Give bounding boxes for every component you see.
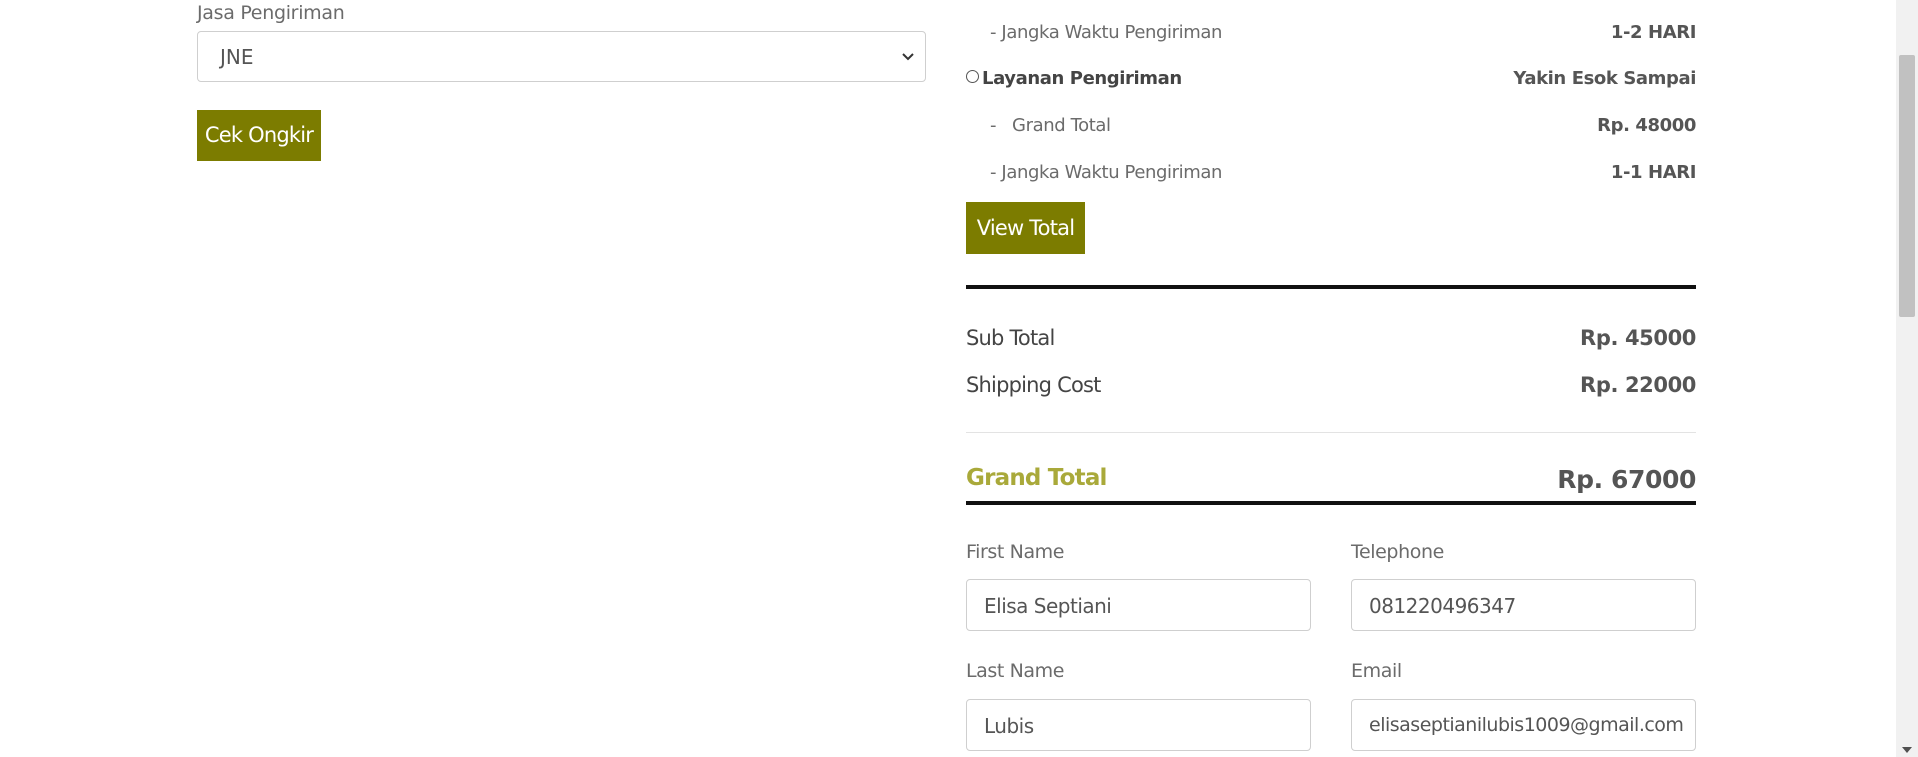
chevron-down-icon bbox=[902, 53, 914, 61]
summary-divider-bottom bbox=[966, 501, 1696, 505]
shipping-cost-label: Shipping Cost bbox=[966, 373, 1101, 397]
shipping-duration-label: - Jangka Waktu Pengiriman bbox=[990, 162, 1223, 183]
first-name-field[interactable]: Elisa Septiani bbox=[966, 579, 1311, 631]
email-field[interactable]: elisaseptianilubis1009@gmail.com bbox=[1351, 699, 1696, 751]
telephone-field[interactable]: 081220496347 bbox=[1351, 579, 1696, 631]
shipping-service-label-text: Layanan Pengiriman bbox=[982, 68, 1182, 89]
courier-label: Jasa Pengiriman bbox=[197, 2, 345, 24]
shipping-duration-row-1: - Jangka Waktu Pengiriman 1-2 HARI bbox=[966, 22, 1696, 52]
courier-select-value: JNE bbox=[220, 45, 254, 69]
radio-unchecked-icon[interactable] bbox=[966, 70, 979, 83]
shipping-grand-total-value: Rp. 48000 bbox=[1597, 115, 1696, 136]
shipping-grand-total-label: - Grand Total bbox=[990, 115, 1111, 136]
grand-total-value: Rp. 67000 bbox=[1557, 465, 1696, 494]
shipping-service-option[interactable]: Layanan Pengiriman Yakin Esok Sampai bbox=[966, 68, 1696, 98]
shipping-duration-value: 1-1 HARI bbox=[1610, 162, 1697, 183]
shipping-service-value: Yakin Esok Sampai bbox=[1513, 68, 1696, 89]
telephone-value: 081220496347 bbox=[1369, 594, 1516, 618]
subtotal-row: Sub Total Rp. 45000 bbox=[966, 326, 1696, 358]
summary-divider-top bbox=[966, 285, 1696, 289]
vertical-scrollbar[interactable] bbox=[1896, 0, 1918, 757]
scroll-down-arrow-icon[interactable] bbox=[1902, 747, 1912, 753]
first-name-value: Elisa Septiani bbox=[984, 594, 1112, 618]
check-shipping-cost-button[interactable]: Cek Ongkir bbox=[197, 110, 321, 161]
shipping-service-label: Layanan Pengiriman bbox=[966, 68, 1182, 89]
email-value: elisaseptianilubis1009@gmail.com bbox=[1369, 714, 1684, 736]
first-name-label: First Name bbox=[966, 541, 1065, 563]
checkout-page: Jasa Pengiriman JNE Cek Ongkir - Jangka … bbox=[0, 0, 1918, 757]
summary-divider-thin bbox=[966, 432, 1696, 433]
view-total-button[interactable]: View Total bbox=[966, 202, 1085, 254]
last-name-label: Last Name bbox=[966, 660, 1065, 682]
shipping-cost-row: Shipping Cost Rp. 22000 bbox=[966, 373, 1696, 405]
subtotal-value: Rp. 45000 bbox=[1580, 326, 1696, 350]
shipping-duration-row-2: - Jangka Waktu Pengiriman 1-1 HARI bbox=[966, 162, 1696, 192]
last-name-value: Lubis bbox=[984, 714, 1034, 738]
telephone-label: Telephone bbox=[1351, 541, 1444, 563]
scrollbar-thumb[interactable] bbox=[1899, 55, 1915, 317]
shipping-cost-value: Rp. 22000 bbox=[1580, 373, 1696, 397]
shipping-duration-value: 1-2 HARI bbox=[1610, 22, 1697, 43]
last-name-field[interactable]: Lubis bbox=[966, 699, 1311, 751]
shipping-duration-label: - Jangka Waktu Pengiriman bbox=[990, 22, 1223, 43]
shipping-grand-total-row: - Grand Total Rp. 48000 bbox=[966, 115, 1696, 145]
grand-total-row: Grand Total Rp. 67000 bbox=[966, 465, 1696, 497]
grand-total-label: Grand Total bbox=[966, 465, 1107, 491]
subtotal-label: Sub Total bbox=[966, 326, 1055, 350]
email-label: Email bbox=[1351, 660, 1402, 682]
courier-select[interactable]: JNE bbox=[197, 31, 926, 82]
